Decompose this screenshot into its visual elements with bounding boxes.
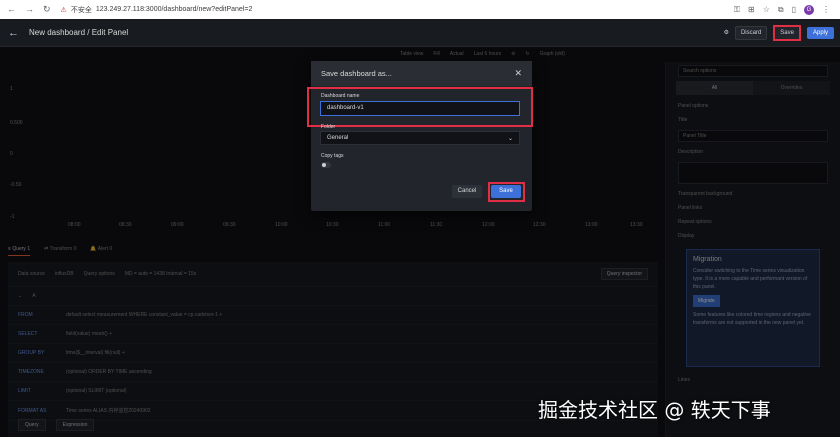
folder-value: General bbox=[327, 135, 349, 141]
back-arrow-icon[interactable]: ← bbox=[8, 27, 19, 39]
save-button[interactable]: Save bbox=[773, 24, 801, 41]
settings-gear-icon[interactable]: ⚙ bbox=[724, 29, 729, 36]
topbar-actions: ⚙ Discard Save Apply bbox=[724, 24, 834, 41]
dashboard-name-input[interactable]: dashboard-v1 bbox=[320, 101, 520, 116]
forward-arrow-icon[interactable]: → bbox=[25, 4, 34, 15]
dashboard-name-label: Dashboard name bbox=[321, 93, 360, 99]
avatar[interactable]: G bbox=[804, 4, 814, 15]
modal-title: Save dashboard as... bbox=[321, 69, 392, 78]
modal-header: Save dashboard as... ✕ bbox=[311, 61, 532, 86]
star-icon[interactable]: ☆ bbox=[763, 5, 770, 14]
insecure-label: 不安全 bbox=[70, 6, 92, 14]
key-icon[interactable]: ⚿ bbox=[734, 5, 740, 15]
folder-select[interactable]: General ⌄ bbox=[320, 131, 520, 145]
cancel-button[interactable]: Cancel bbox=[452, 185, 482, 198]
chevron-down-icon: ⌄ bbox=[507, 136, 513, 142]
browser-nav: ← → ↻ bbox=[7, 4, 51, 15]
watermark: 掘金技术社区 @ 轶天下事 bbox=[538, 398, 771, 422]
folder-label: Folder bbox=[321, 124, 336, 130]
menu-icon[interactable]: ⋮ bbox=[822, 5, 830, 14]
copy-tags-label: Copy tags bbox=[321, 153, 344, 159]
url-text[interactable]: 123.249.27.118:3000/dashboard/new?editPa… bbox=[96, 6, 253, 13]
address-bar[interactable]: ⚠ 不安全 123.249.27.118:3000/dashboard/new?… bbox=[61, 5, 253, 15]
grafana-topbar: ← New dashboard / Edit Panel ⚙ Discard S… bbox=[0, 19, 840, 47]
discard-button[interactable]: Discard bbox=[734, 25, 768, 40]
translate-icon[interactable]: ⊞ bbox=[748, 5, 755, 14]
apply-button[interactable]: Apply bbox=[806, 26, 834, 39]
back-arrow-icon[interactable]: ← bbox=[7, 4, 16, 15]
page-title: New dashboard / Edit Panel bbox=[29, 28, 129, 37]
extensions-icon[interactable]: ⧉ bbox=[778, 5, 784, 15]
sidebar-icon[interactable]: ▯ bbox=[792, 5, 796, 14]
copy-tags-toggle[interactable] bbox=[321, 162, 331, 168]
close-icon[interactable]: ✕ bbox=[514, 68, 522, 79]
insecure-warning-icon: ⚠ bbox=[60, 6, 67, 14]
reload-icon[interactable]: ↻ bbox=[43, 4, 51, 15]
browser-toolbar-right: ⚿ ⊞ ☆ ⧉ ▯ G ⋮ bbox=[734, 4, 830, 15]
modal-save-button[interactable]: Save bbox=[491, 185, 521, 198]
browser-chrome: ← → ↻ ⚠ 不安全 123.249.27.118:3000/dashboar… bbox=[0, 0, 840, 19]
